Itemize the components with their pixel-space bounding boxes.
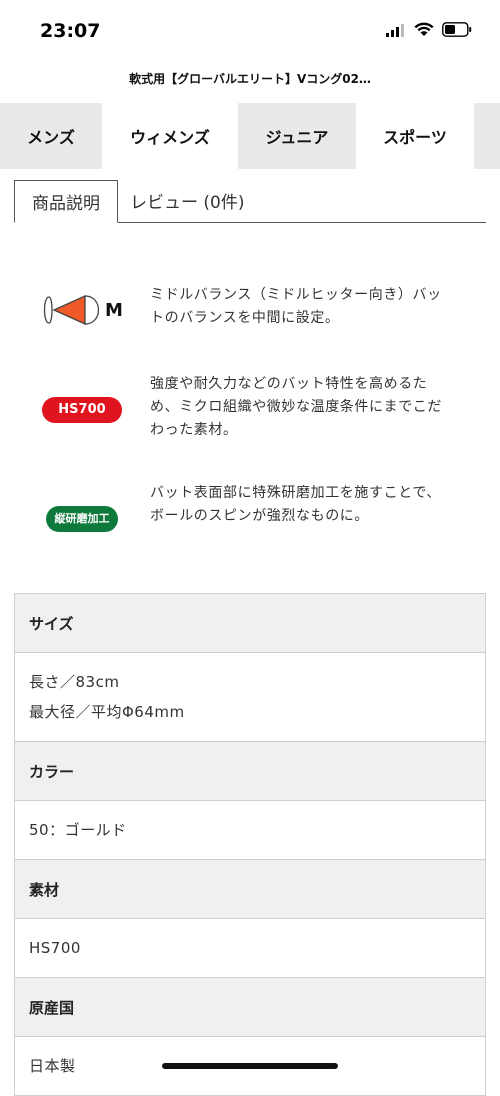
wifi-icon [414, 22, 434, 36]
feature-vertical-grinding: 縦研磨加工 バット表面部に特殊研磨加工を施すことで、ボールのスピンが強烈なものに… [0, 482, 500, 554]
feature-description: バット表面部に特殊研磨加工を施すことで、ボールのスピンが強烈なものに。 [150, 485, 442, 524]
category-tab-junior[interactable]: ジュニア [238, 103, 356, 169]
balance-shape-icon [43, 294, 100, 326]
grinding-badge-wrap: 縦研磨加工 [36, 504, 128, 534]
spec-table: サイズ 長さ／83cm 最大径／平均Φ64mm カラー 50：ゴールド 素材 H… [14, 593, 486, 1096]
category-tab-womens[interactable]: ウィメンズ [102, 103, 238, 169]
signal-icon [386, 23, 404, 37]
tab-description[interactable]: 商品説明 [14, 180, 118, 223]
spec-value-color: 50：ゴールド [15, 801, 485, 860]
category-nav: メンズ ウィメンズ ジュニア スポーツ [0, 103, 500, 169]
category-tab-mens[interactable]: メンズ [0, 103, 102, 169]
spec-label-color: カラー [15, 742, 485, 801]
spec-label-size: サイズ [15, 594, 485, 653]
spec-label-material: 素材 [15, 860, 485, 919]
balance-label: M [105, 299, 123, 321]
detail-tabs: 商品説明 レビュー (0件) [14, 180, 486, 223]
middle-balance-icon: M [36, 288, 128, 332]
spec-value-size: 長さ／83cm 最大径／平均Φ64mm [15, 653, 485, 742]
spec-line: 最大径／平均Φ64mm [29, 703, 185, 721]
category-tab-sports[interactable]: スポーツ [356, 103, 474, 169]
home-indicator[interactable] [162, 1063, 338, 1069]
status-icons [386, 22, 472, 37]
status-bar: 23:07 [0, 0, 500, 64]
battery-icon [442, 22, 472, 37]
spec-value-material: HS700 [15, 919, 485, 978]
spec-line: 長さ／83cm [29, 673, 120, 691]
hs700-badge-wrap: HS700 [36, 395, 128, 425]
tab-review[interactable]: レビュー (0件) [130, 180, 244, 221]
feature-middle-balance: M ミドルバランス（ミドルヒッター向き）バットのバランスを中間に設定。 [0, 284, 500, 344]
page-title: 軟式用【グローバルエリート】Vコング02… [129, 72, 371, 86]
vertical-grinding-badge: 縦研磨加工 [46, 506, 118, 532]
hs700-badge: HS700 [42, 397, 122, 423]
spec-line: HS700 [29, 939, 81, 957]
feature-description: 強度や耐久力などのバット特性を高めるため、ミクロ組織や微妙な温度条件にまでこだわ… [150, 376, 442, 438]
feature-hs700: HS700 強度や耐久力などのバット特性を高めるため、ミクロ組織や微妙な温度条件… [0, 373, 500, 445]
status-time: 23:07 [40, 20, 101, 42]
feature-description: ミドルバランス（ミドルヒッター向き）バットのバランスを中間に設定。 [150, 287, 442, 326]
spec-line: 50：ゴールド [29, 821, 127, 839]
spec-label-origin: 原産国 [15, 978, 485, 1037]
